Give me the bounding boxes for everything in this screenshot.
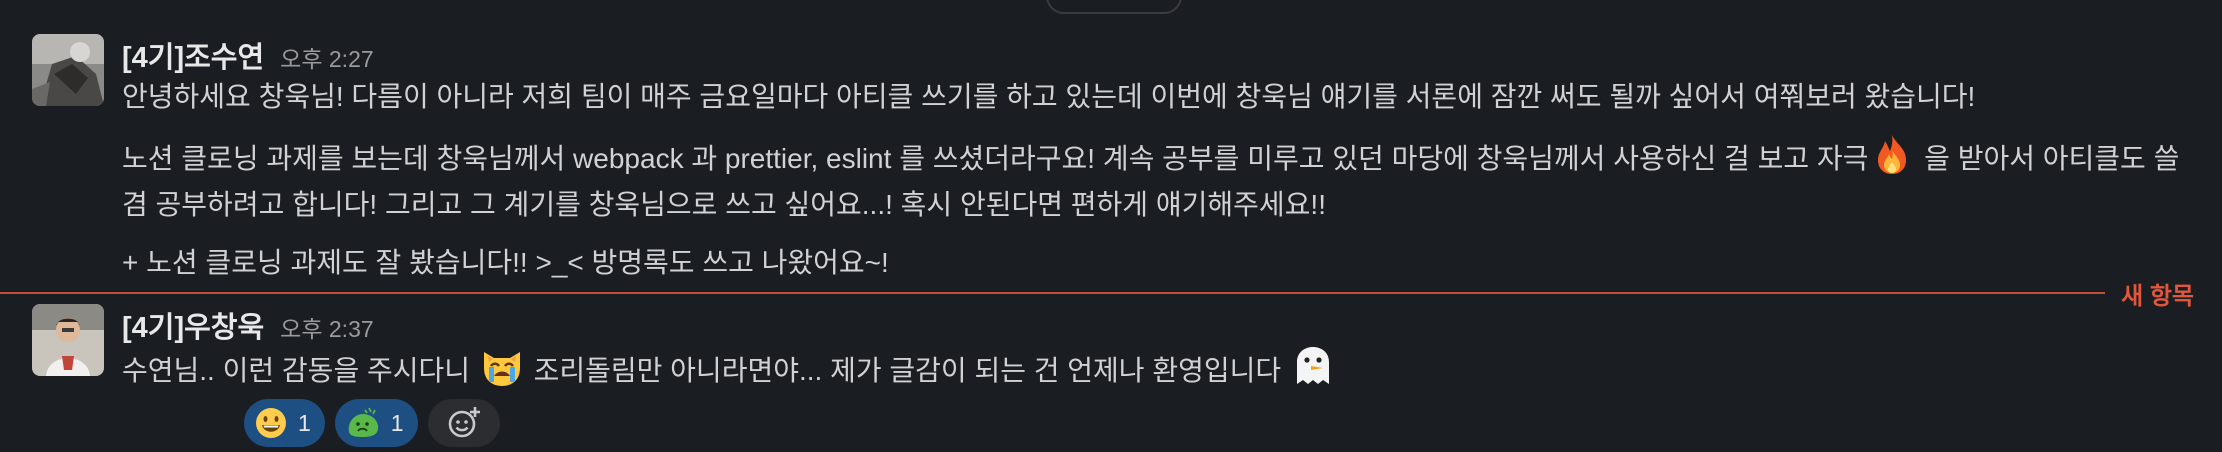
avatar[interactable] [32, 304, 104, 376]
add-reaction-button[interactable] [427, 399, 500, 447]
jump-pill[interactable] [1046, 0, 1182, 14]
author-name[interactable]: [4기]우창욱 [122, 304, 264, 346]
reaction-count: 1 [298, 409, 311, 436]
message-paragraph: 안녕하세요 창욱님! 다름이 아니라 저희 팀이 매주 금요일마다 아티클 쓰기… [122, 74, 2202, 120]
ghost-emoji-icon [1291, 344, 1335, 388]
crying-cat-emoji-icon [480, 344, 524, 388]
message-text: 수연님.. 이런 감동을 주시다니 [122, 355, 478, 386]
timestamp[interactable]: 오후 2:37 [280, 310, 373, 344]
message-paragraph: 수연님.. 이런 감동을 주시다니 조리돌림만 아니라면야... 제가 글감이 … [122, 344, 2202, 394]
green-blob-icon [348, 407, 378, 437]
new-items-divider [0, 292, 2105, 294]
reaction-count: 1 [390, 409, 404, 436]
fire-emoji-icon [1870, 132, 1914, 176]
reaction-grinning[interactable]: 1 [244, 399, 325, 447]
message-text: 노션 클로닝 과제를 보는데 창욱님께서 webpack 과 prettier,… [122, 143, 1869, 174]
message-text: + 노션 클로닝 과제도 잘 봤습니다!! >_< 방명록도 쓰고 나왔어요~! [122, 247, 889, 278]
message-text: 안녕하세요 창욱님! 다름이 아니라 저희 팀이 매주 금요일마다 아티클 쓰기… [122, 81, 1976, 112]
message-paragraph: + 노션 클로닝 과제도 잘 봤습니다!! >_< 방명록도 쓰고 나왔어요~! [122, 240, 2202, 286]
timestamp[interactable]: 오후 2:27 [280, 40, 373, 74]
reaction-bar: 1 1 [244, 399, 500, 447]
reaction-green-blob[interactable]: 1 [334, 399, 418, 447]
grinning-face-icon [256, 408, 286, 438]
author-name[interactable]: [4기]조수연 [122, 34, 264, 76]
message-text: 조리돌림만 아니라면야... 제가 글감이 되는 건 언제나 환영입니다 [525, 355, 1289, 386]
add-emoji-icon [448, 407, 480, 438]
avatar[interactable] [32, 34, 104, 106]
message-paragraph: 노션 클로닝 과제를 보는데 창욱님께서 webpack 과 prettier,… [122, 132, 2202, 228]
